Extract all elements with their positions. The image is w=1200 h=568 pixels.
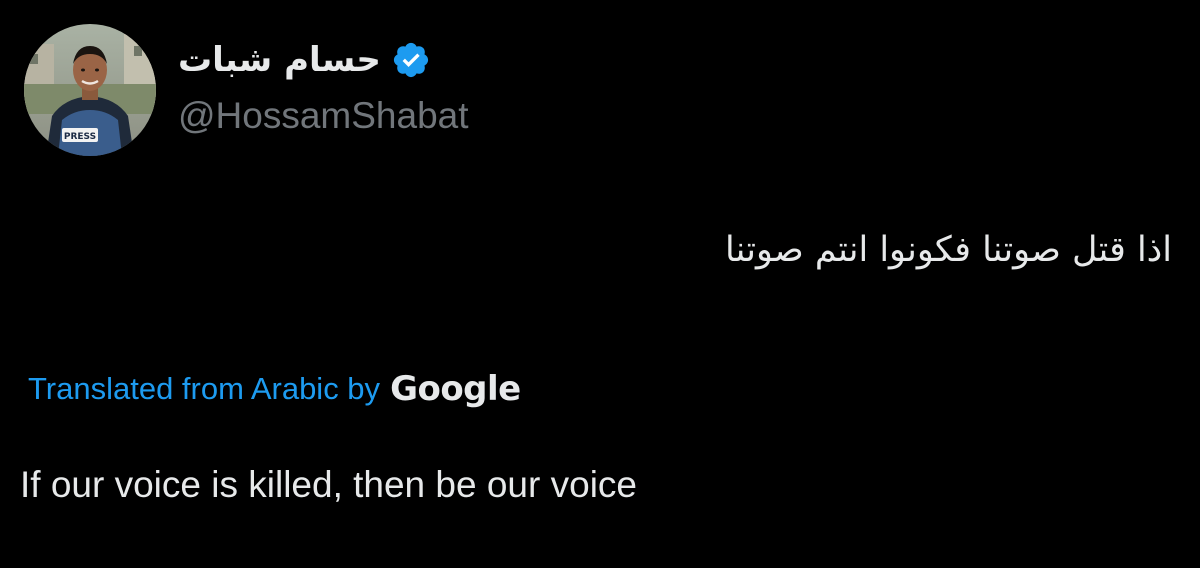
author-handle[interactable]: @HossamShabat: [178, 94, 469, 138]
google-logo: Google: [390, 369, 521, 409]
tweet-text-original: اذا قتل صوتنا فكونوا انتم صوتنا: [724, 230, 1172, 270]
avatar-image: PRESS: [24, 24, 156, 156]
press-badge: PRESS: [64, 132, 96, 142]
translated-from-link[interactable]: Translated from Arabic by: [28, 371, 380, 407]
tweet: PRESS حسام شبات @HossamShabat اذا قتل صو…: [0, 0, 1200, 568]
tweet-text-translated: If our voice is killed, then be our voic…: [20, 464, 637, 505]
avatar[interactable]: PRESS: [24, 24, 156, 156]
name-row: حسام شبات: [178, 26, 469, 94]
translation-attribution: Translated from Arabic by Google: [28, 364, 521, 414]
author-header: حسام شبات @HossamShabat: [178, 26, 469, 138]
verified-badge-icon: [391, 40, 431, 80]
author-display-name[interactable]: حسام شبات: [178, 26, 381, 94]
